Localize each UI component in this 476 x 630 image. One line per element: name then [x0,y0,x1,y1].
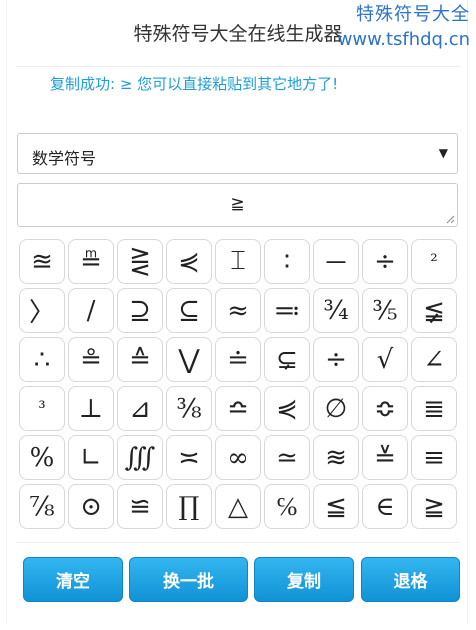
symbol-button[interactable]: ⅗ [362,288,408,333]
symbol-button[interactable]: √ [362,337,408,382]
symbol-button[interactable]: ≌ [117,484,163,529]
next-batch-button[interactable]: 换一批 [129,557,248,602]
symbol-button[interactable]: ⋁ [166,337,212,382]
symbol-button[interactable]: ≕ [264,288,310,333]
symbol-button[interactable]: ≧ [411,484,457,529]
symbol-button[interactable]: ⊇ [117,288,163,333]
symbol-button[interactable]: ⋞ [166,239,212,284]
symbol-button[interactable]: ∭ [117,435,163,480]
symbol-button[interactable]: ∠ [411,337,457,382]
symbol-button[interactable]: ≐ [215,337,261,382]
symbol-output-field[interactable]: ≧ [17,183,458,227]
backspace-button[interactable]: 退格 [361,557,460,602]
symbol-button[interactable]: ∴ [19,337,65,382]
symbol-button[interactable]: ∈ [362,484,408,529]
copy-button[interactable]: 复制 [254,557,354,602]
symbol-button[interactable]: ∶ [264,239,310,284]
symbol-button[interactable]: ⊊ [264,337,310,382]
symbol-button[interactable]: ⊥ [68,386,114,431]
symbol-button[interactable]: ≍ [166,435,212,480]
symbol-button[interactable]: 〉 [19,288,65,333]
button-divider [16,542,460,543]
symbol-button[interactable]: ⅜ [166,386,212,431]
symbol-button[interactable]: ∏ [166,484,212,529]
symbol-button[interactable]: ⋛ [117,239,163,284]
symbol-button[interactable]: ≣ [411,386,457,431]
chevron-down-icon: ▼ [438,146,448,160]
copy-status-message: 复制成功: ≥ 您可以直接粘贴到其它地方了! [50,75,339,93]
symbol-button[interactable]: ⋞ [264,386,310,431]
symbol-button[interactable]: ¾ [313,288,359,333]
watermark-url: www.tsfhdq.cn [337,29,470,50]
clear-button[interactable]: 清空 [23,557,123,602]
watermark-name: 特殊符号大全 [356,4,470,25]
symbol-button[interactable]: ÷ [362,239,408,284]
category-selected-value: 数学符号 [32,149,97,168]
symbol-button[interactable]: % [19,435,65,480]
symbol-button[interactable]: ⊆ [166,288,212,333]
symbol-button[interactable]: ∞ [215,435,261,480]
symbol-output-value: ≧ [230,194,245,214]
symbol-button[interactable]: ≞ [68,239,114,284]
symbol-button[interactable]: ≎ [362,386,408,431]
symbol-button[interactable]: ≚ [362,435,408,480]
symbol-button[interactable]: ² [411,239,457,284]
symbol-button[interactable]: ≡ [411,435,457,480]
symbol-button[interactable]: △ [215,484,261,529]
symbol-button[interactable]: ≋ [313,435,359,480]
symbol-button[interactable]: ⊿ [117,386,163,431]
symbol-button[interactable]: － [313,239,359,284]
symbol-button[interactable]: ⊙ [68,484,114,529]
symbol-button[interactable]: ∅ [313,386,359,431]
symbol-button[interactable]: ≊ [19,239,65,284]
symbol-button[interactable]: ÷ [313,337,359,382]
symbol-button[interactable]: ≈ [215,288,261,333]
symbol-button[interactable]: ⌶ [215,239,261,284]
symbol-button[interactable]: ≏ [215,386,261,431]
symbol-button[interactable]: ≨ [411,288,457,333]
symbol-button[interactable]: ∟ [68,435,114,480]
symbol-button[interactable]: ≙ [117,337,163,382]
symbol-button[interactable]: ℅ [264,484,310,529]
site-watermark: 特殊符号大全 www.tsfhdq.cn [338,2,470,52]
symbol-button[interactable]: ³ [19,386,65,431]
category-select[interactable]: 数学符号 ▼ [17,133,458,174]
symbol-button[interactable]: ∕ [68,288,114,333]
symbol-button[interactable]: ≃ [264,435,310,480]
symbol-button[interactable]: ≦ [313,484,359,529]
header-divider [16,66,460,67]
resize-handle-icon[interactable] [445,214,455,224]
symbol-button[interactable]: ≗ [68,337,114,382]
symbol-button[interactable]: ⅞ [19,484,65,529]
